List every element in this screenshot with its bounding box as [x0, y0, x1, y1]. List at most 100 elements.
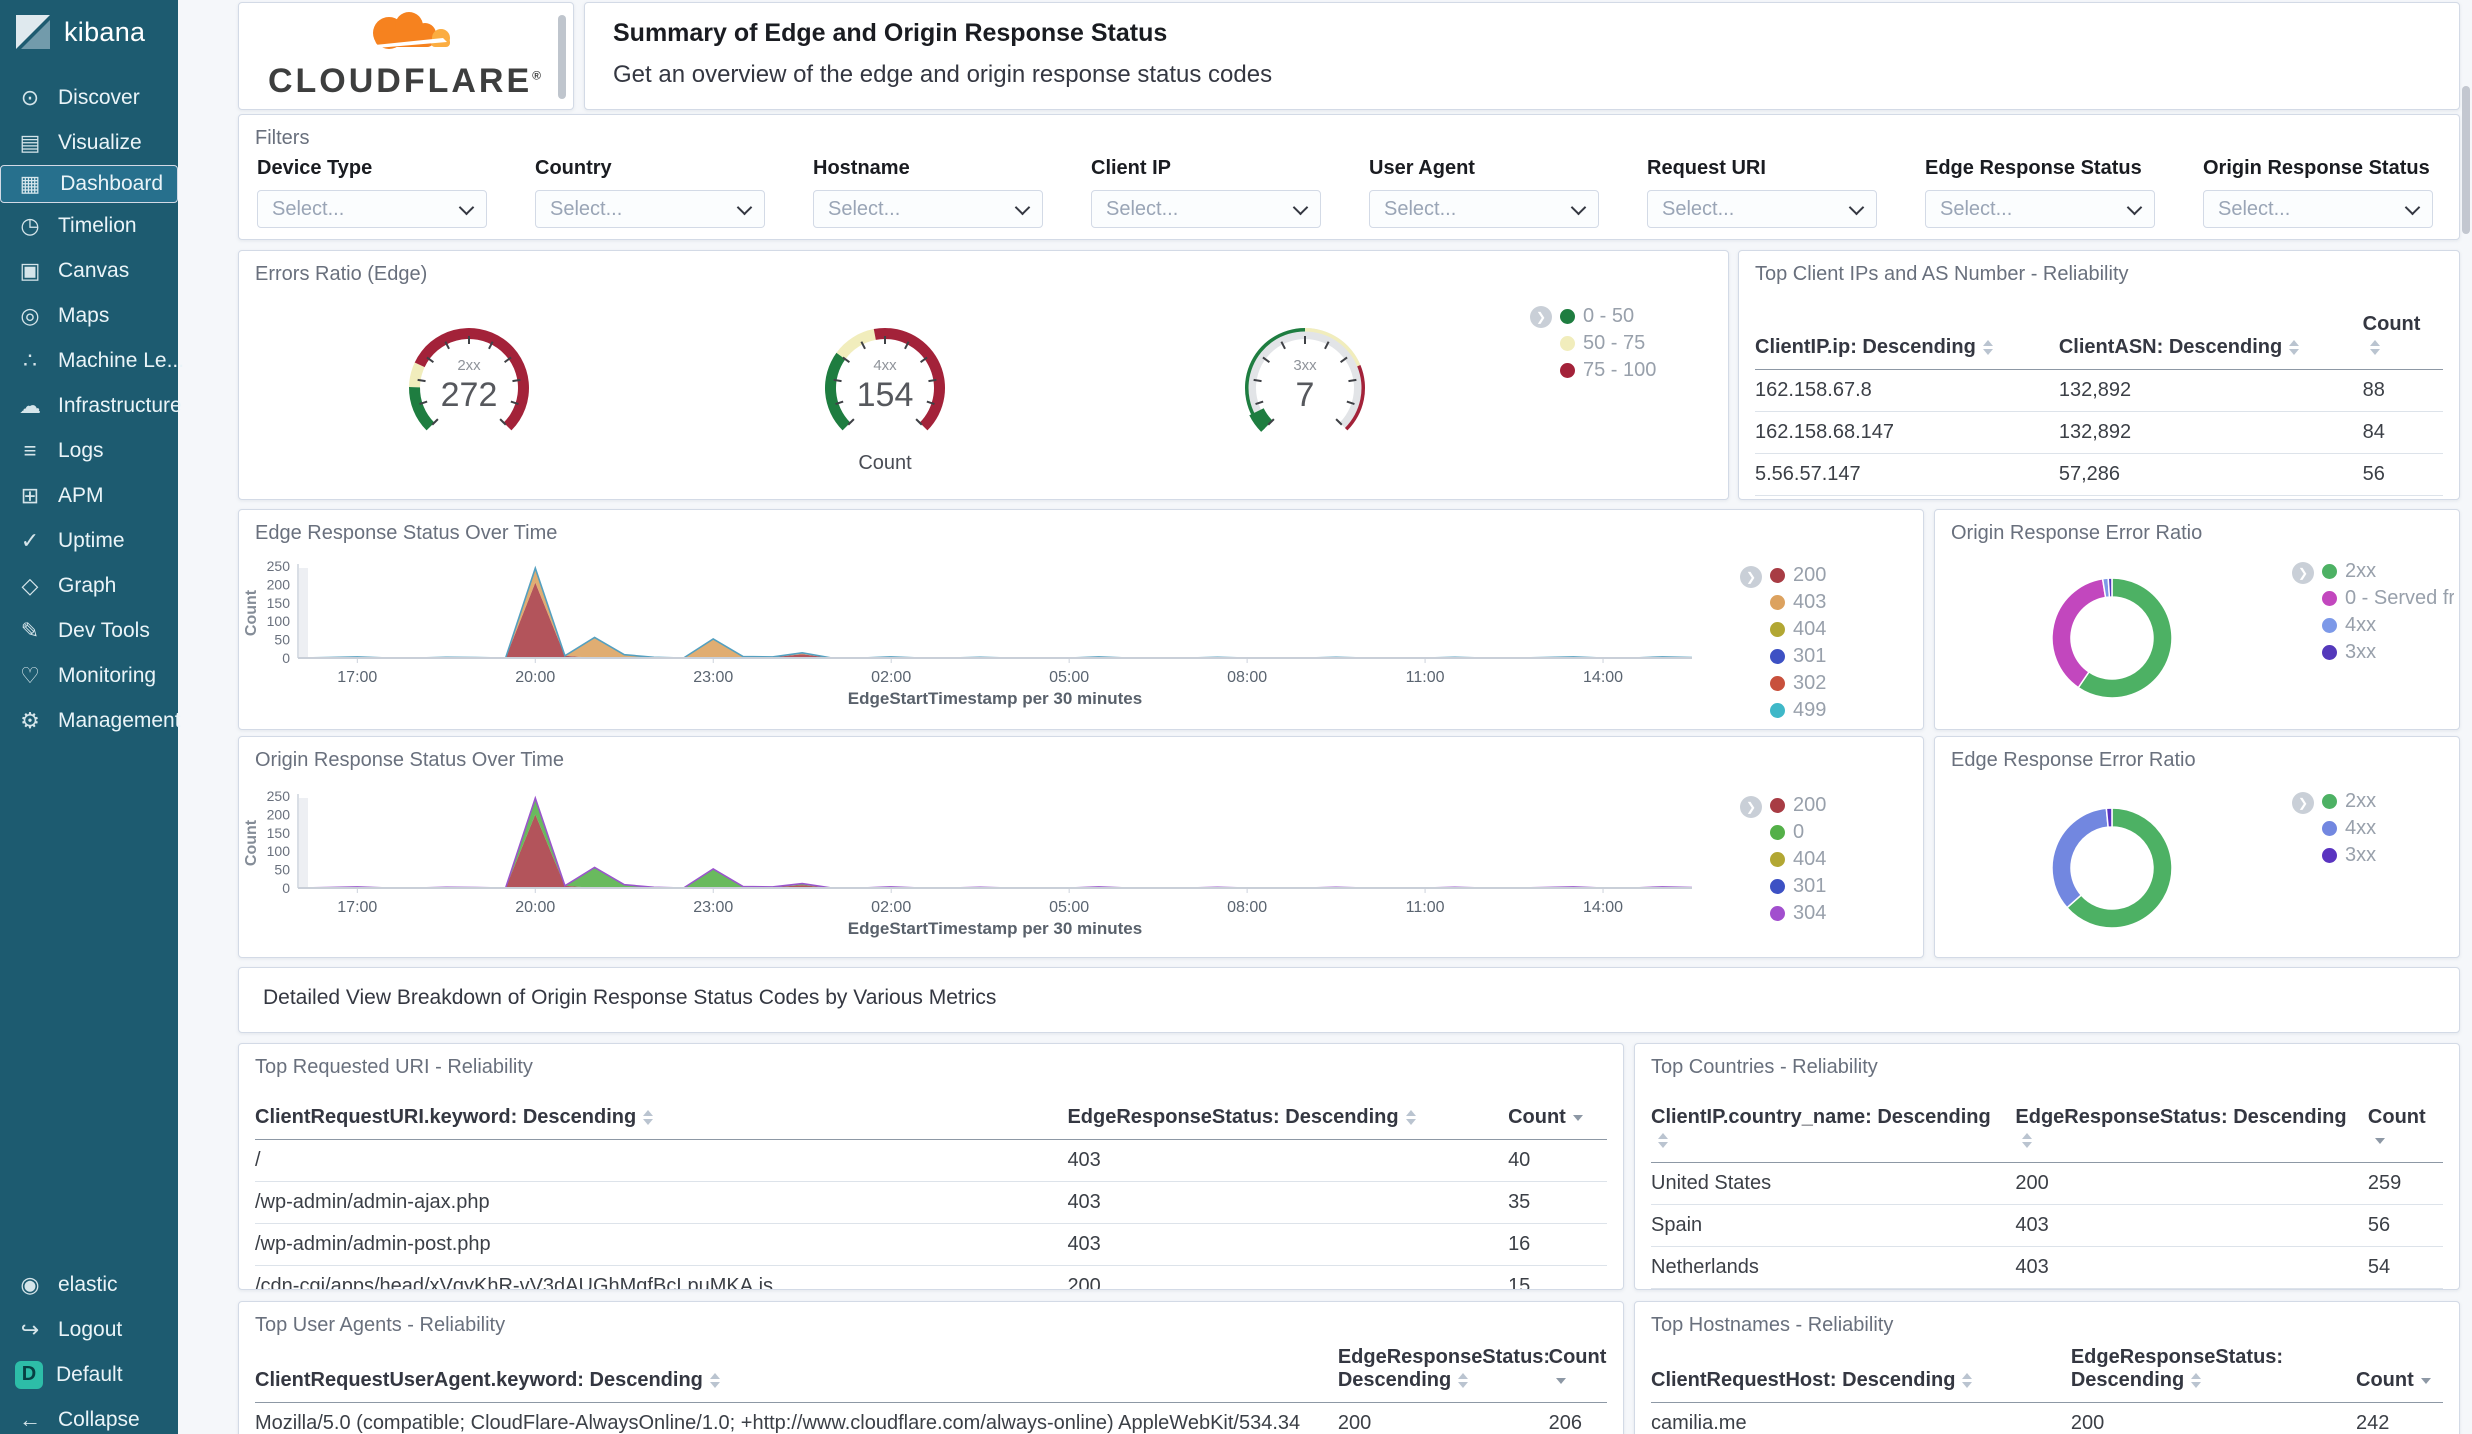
svg-text:7: 7 [1296, 376, 1315, 414]
legend-item[interactable]: 304 [1770, 900, 1826, 927]
legend-item[interactable]: 4xx [2322, 612, 2454, 639]
page-scrollbar[interactable] [2462, 86, 2470, 234]
sidebar-item-logs[interactable]: ≡ Logs [0, 428, 178, 473]
column-header-edgeresponsestatus-descending[interactable]: EdgeResponseStatus: Descending [1337, 1336, 1550, 1403]
legend-item[interactable]: 403 [1770, 589, 1826, 616]
column-header-clientrequesturi-keyword-descending[interactable]: ClientRequestURI.keyword: Descending [255, 1096, 1068, 1140]
edge-error-ratio-donut[interactable] [2042, 798, 2182, 938]
top-hostnames-title: Top Hostnames - Reliability [1651, 1314, 1894, 1336]
column-header-clientip-country-name-descending[interactable]: ClientIP.country_name: Descending [1651, 1096, 2016, 1163]
legend-item[interactable]: 301 [1770, 873, 1826, 900]
column-header-count[interactable]: Count [2367, 1096, 2443, 1163]
legend-toggle-icon[interactable]: ❯ [1530, 306, 1552, 328]
filter-user-agent: User Agent Select... [1369, 157, 1599, 228]
column-header-count[interactable]: Count [1508, 1096, 1607, 1140]
kibana-logo[interactable]: kibana [0, 0, 178, 61]
table-cell: 35 [1508, 1181, 1607, 1224]
legend-item[interactable]: 3xx [2322, 639, 2454, 666]
filter-select-country[interactable]: Select... [535, 190, 765, 228]
legend-label: 302 [1793, 672, 1827, 694]
legend-item[interactable]: 0 [1770, 819, 1826, 846]
legend-item[interactable]: 200 [1770, 562, 1826, 589]
legend-label: 404 [1793, 618, 1827, 640]
svg-text:272: 272 [441, 376, 498, 414]
sidebar-item-management[interactable]: ⚙ Management [0, 698, 180, 743]
filter-select-client-ip[interactable]: Select... [1091, 190, 1321, 228]
sidebar-item-visualize[interactable]: ▤ Visualize [0, 120, 178, 165]
legend-label: 301 [1793, 875, 1827, 897]
table-cell: Netherlands [1651, 1246, 2016, 1289]
svg-text:11:00: 11:00 [1406, 899, 1445, 916]
origin-error-ratio-donut[interactable] [2042, 568, 2182, 708]
legend-item[interactable]: 200 [1770, 792, 1826, 819]
legend-item[interactable]: 4xx [2322, 815, 2454, 842]
table-row: 178.128.193.15814,06154 [1755, 495, 2443, 499]
filter-select-origin-response-status[interactable]: Select... [2203, 190, 2433, 228]
legend-toggle-icon[interactable]: ❯ [2292, 562, 2314, 584]
legend-toggle-icon[interactable]: ❯ [2292, 792, 2314, 814]
sidebar-item-canvas[interactable]: ▣ Canvas [0, 248, 178, 293]
filter-select-edge-response-status[interactable]: Select... [1925, 190, 2155, 228]
panel-scrollbar[interactable] [558, 15, 566, 99]
legend-item[interactable]: 2xx [2322, 558, 2454, 585]
svg-text:250: 250 [267, 788, 291, 804]
column-header-edgeresponsestatus-descending[interactable]: EdgeResponseStatus: Descending [2070, 1336, 2357, 1403]
chevron-down-icon [2404, 199, 2421, 215]
legend-item[interactable]: 301 [1770, 643, 1826, 670]
legend-item[interactable]: 404 [1770, 616, 1826, 643]
filter-select-request-uri[interactable]: Select... [1647, 190, 1877, 228]
filter-label: Client IP [1091, 157, 1172, 179]
column-header-clientasn-descending[interactable]: ClientASN: Descending [2058, 303, 2363, 370]
svg-text:250: 250 [267, 558, 291, 574]
sidebar-item-graph[interactable]: ◇ Graph [0, 563, 178, 608]
sidebar-item-collapse[interactable]: ← Collapse [0, 1397, 178, 1434]
table-cell: 14,061 [2058, 495, 2363, 499]
legend-item[interactable]: 2xx [2322, 788, 2454, 815]
sidebar-item-maps[interactable]: ◎ Maps [0, 293, 178, 338]
column-header-count[interactable]: Count [1548, 1336, 1607, 1403]
legend-item[interactable]: 499 [1770, 697, 1826, 724]
sidebar-item-timelion[interactable]: ◷ Timelion [0, 203, 178, 248]
legend-item[interactable]: 302 [1770, 670, 1826, 697]
legend-toggle-icon[interactable]: ❯ [1740, 566, 1762, 588]
legend-item[interactable]: 404 [1770, 846, 1826, 873]
legend-label: 200 [1793, 564, 1827, 586]
top-hostnames-table: ClientRequestHost: Descending EdgeRespons… [1651, 1336, 2443, 1434]
column-header-clientrequestuseragent-keyword-descending[interactable]: ClientRequestUserAgent.keyword: Descendi… [255, 1336, 1338, 1403]
filter-select-user-agent[interactable]: Select... [1369, 190, 1599, 228]
table-cell: 5.56.57.147 [1755, 453, 2059, 496]
column-header-clientrequesthost-descending[interactable]: ClientRequestHost: Descending [1651, 1336, 2071, 1403]
legend-toggle-icon[interactable]: ❯ [1740, 796, 1762, 818]
sidebar-item-elastic[interactable]: ◉ elastic [0, 1262, 178, 1307]
sidebar-item-logout[interactable]: ↪ Logout [0, 1307, 178, 1352]
sidebar-item-default[interactable]: D Default [0, 1352, 178, 1397]
sidebar-item-dev-tools[interactable]: ✎ Dev Tools [0, 608, 178, 653]
sidebar-item-infrastructure[interactable]: ☁ Infrastructure [0, 383, 182, 428]
column-header-clientip-ip-descending[interactable]: ClientIP.ip: Descending [1755, 303, 2059, 370]
sidebar-item-discover[interactable]: ⊙ Discover [0, 75, 178, 120]
svg-text:200: 200 [267, 806, 291, 822]
column-header-count[interactable]: Count [2362, 303, 2443, 370]
column-header-edgeresponsestatus-descending[interactable]: EdgeResponseStatus: Descending [1067, 1096, 1509, 1140]
chevron-down-icon [1014, 199, 1031, 215]
legend-item[interactable]: 3xx [2322, 842, 2454, 869]
legend-item[interactable]: 0 - Served fr... [2322, 585, 2454, 612]
sidebar-item-dashboard[interactable]: ▦ Dashboard [0, 165, 178, 203]
client-ips-table: ClientIP.ip: Descending ClientASN: Descen… [1755, 303, 2443, 499]
origin-status-over-time-chart[interactable]: 0 50 100 150 200 250 17:00 20:00 23:00 02:00 05:00… [240, 786, 1700, 946]
sidebar-item-monitoring[interactable]: ♡ Monitoring [0, 653, 178, 698]
sidebar-item-uptime[interactable]: ✓ Uptime [0, 518, 178, 563]
sidebar-item-apm[interactable]: ⊞ APM [0, 473, 178, 518]
column-header-edgeresponsestatus-descending[interactable]: EdgeResponseStatus: Descending [2015, 1096, 2368, 1163]
column-header-count[interactable]: Count [2356, 1336, 2443, 1403]
legend-item[interactable]: 75 - 100 [1560, 357, 1656, 384]
table-cell: 178.128.193.158 [1755, 495, 2059, 499]
legend-item[interactable]: 0 - 50 [1560, 303, 1656, 330]
cloudflare-cloud-icon [373, 12, 450, 49]
edge-status-over-time-chart[interactable]: 0 50 100 150 200 250 17:00 20:00 23:00 02:00 05:00… [240, 556, 1700, 716]
filter-select-device-type[interactable]: Select... [257, 190, 487, 228]
sidebar-item-machine-le[interactable]: ∴ Machine Le... [0, 338, 184, 383]
filter-select-hostname[interactable]: Select... [813, 190, 1043, 228]
legend-item[interactable]: 50 - 75 [1560, 330, 1656, 357]
sidebar-item-label: Graph [58, 573, 117, 597]
